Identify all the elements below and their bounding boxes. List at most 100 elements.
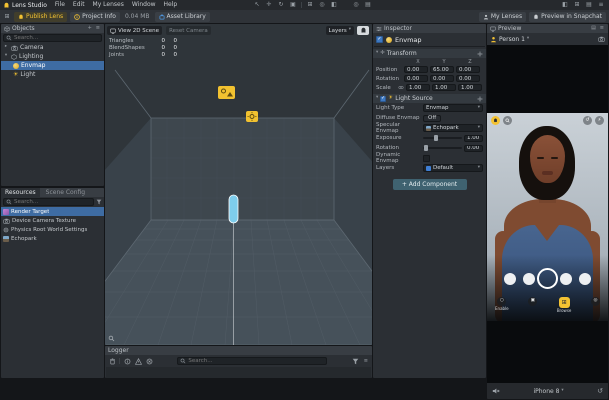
panel-columns-icon[interactable]: ▤ bbox=[364, 1, 372, 10]
preview-simulation-area[interactable]: ↺ ⚡ ○ Enable ▣ ⊞ Browse ◎ bbox=[487, 45, 608, 383]
exposure-field[interactable] bbox=[464, 134, 483, 142]
specular-envmap-picker[interactable]: Echopark ▾ bbox=[423, 124, 483, 132]
source-selector[interactable]: Person 1 bbox=[499, 36, 525, 43]
snapchat-overlay-toggle[interactable] bbox=[357, 26, 369, 35]
info-filter-icon[interactable] bbox=[123, 357, 131, 365]
objects-search-input[interactable] bbox=[14, 35, 99, 41]
scale-x-field[interactable] bbox=[406, 84, 430, 91]
explore-button[interactable]: ◎ bbox=[590, 297, 600, 306]
search-icon[interactable] bbox=[503, 116, 512, 125]
warning-filter-icon[interactable] bbox=[134, 357, 142, 365]
transform-section-header[interactable]: ▾ ✛ Transform bbox=[373, 49, 486, 58]
rotation-x-field[interactable] bbox=[404, 75, 428, 82]
layers-dropdown[interactable]: Default ▾ bbox=[423, 164, 483, 172]
menu-edit[interactable]: Edit bbox=[69, 0, 89, 10]
asset-library-button[interactable]: Asset Library bbox=[154, 11, 210, 22]
error-filter-icon[interactable] bbox=[145, 357, 153, 365]
dynamic-envmap-checkbox[interactable] bbox=[423, 154, 430, 162]
flip-camera-icon[interactable]: ↺ bbox=[583, 116, 592, 125]
enable-lens-button[interactable]: ○ Enable bbox=[495, 297, 509, 311]
flash-icon[interactable]: ⚡ bbox=[595, 116, 604, 125]
scene-zoom-icon[interactable] bbox=[108, 335, 115, 342]
lens-carousel-item[interactable] bbox=[560, 273, 572, 285]
expander-icon[interactable]: ▾ bbox=[3, 54, 9, 59]
layout-grid-icon[interactable]: ⊞ bbox=[573, 1, 581, 10]
exposure-slider[interactable] bbox=[423, 134, 462, 142]
tab-scene-config[interactable]: Scene Config bbox=[42, 188, 89, 197]
mute-icon[interactable] bbox=[492, 387, 500, 395]
browse-lenses-button[interactable]: ⊞ Browse bbox=[557, 297, 571, 313]
logger-search-input[interactable] bbox=[188, 358, 325, 364]
tree-item-light[interactable]: ☀ Light bbox=[1, 70, 104, 79]
preview-pin-icon[interactable]: ▤ bbox=[590, 26, 597, 31]
tree-item-camera[interactable]: ▸ Camera bbox=[1, 43, 104, 52]
scale-z-field[interactable] bbox=[458, 84, 482, 91]
layers-dropdown[interactable]: Layers ▾ bbox=[325, 26, 354, 35]
rotation-slider[interactable] bbox=[423, 144, 462, 152]
focus-object-icon[interactable]: ◎ bbox=[318, 1, 326, 10]
add-object-button[interactable]: + bbox=[87, 26, 93, 31]
capture-button[interactable] bbox=[537, 268, 558, 289]
component-enabled-checkbox[interactable]: ✓ bbox=[380, 95, 387, 102]
menu-window[interactable]: Window bbox=[128, 0, 160, 10]
resource-item-physics-root-world-settings[interactable]: Physics Root World Settings bbox=[1, 225, 104, 234]
resource-item-render-target[interactable]: Render Target bbox=[1, 207, 104, 216]
menu-my-lenses[interactable]: My Lenses bbox=[89, 0, 128, 10]
window-menu-icon[interactable]: ≡ bbox=[597, 1, 605, 10]
render-mode-icon[interactable]: ◎ bbox=[352, 1, 360, 10]
log-output-area[interactable] bbox=[106, 367, 371, 378]
collapse-icon[interactable]: ▾ bbox=[376, 96, 378, 101]
layout-left-icon[interactable]: ◧ bbox=[561, 1, 569, 10]
local-global-icon[interactable]: ◧ bbox=[330, 1, 338, 10]
filter-icon[interactable] bbox=[96, 199, 102, 205]
resource-item-device-camera-texture[interactable]: Device Camera Texture bbox=[1, 216, 104, 225]
light-type-dropdown[interactable]: Envmap ▾ bbox=[423, 104, 483, 112]
profile-icon[interactable] bbox=[491, 116, 500, 125]
move-tool-icon[interactable]: ✛ bbox=[265, 1, 273, 10]
home-icon[interactable]: ⊞ bbox=[3, 12, 11, 21]
scale-tool-icon[interactable]: ▣ bbox=[289, 1, 297, 10]
memories-button[interactable]: ▣ bbox=[528, 297, 538, 306]
webcam-icon[interactable] bbox=[598, 36, 605, 42]
position-z-field[interactable] bbox=[456, 66, 480, 73]
rotate-tool-icon[interactable]: ↻ bbox=[277, 1, 285, 10]
menu-help[interactable]: Help bbox=[160, 0, 182, 10]
layout-columns-icon[interactable]: ▤ bbox=[585, 1, 593, 10]
my-lenses-button[interactable]: My Lenses bbox=[478, 11, 527, 22]
scale-y-field[interactable] bbox=[432, 84, 456, 91]
position-y-field[interactable] bbox=[430, 66, 454, 73]
lens-carousel-item[interactable] bbox=[579, 273, 591, 285]
device-selector[interactable]: iPhone 8 ▾ bbox=[533, 388, 563, 395]
view-2d-scene-button[interactable]: View 2D Scene bbox=[107, 26, 163, 35]
clear-log-trash-icon[interactable] bbox=[108, 357, 116, 365]
light-source-section-header[interactable]: ▾ ✓ ☀ Light Source bbox=[373, 94, 486, 103]
tree-item-lighting[interactable]: ▾ Lighting bbox=[1, 52, 104, 61]
lens-carousel-item[interactable] bbox=[504, 273, 516, 285]
uniform-scale-link-icon[interactable] bbox=[398, 85, 404, 90]
preview-in-snapchat-button[interactable]: Preview in Snapchat bbox=[529, 11, 606, 22]
tree-item-envmap[interactable]: Envmap bbox=[1, 61, 104, 70]
resources-search-input[interactable] bbox=[14, 199, 91, 205]
logger-menu-icon[interactable]: ≡ bbox=[363, 358, 369, 364]
project-info-button[interactable]: Project Info bbox=[70, 11, 120, 22]
publish-lens-button[interactable]: Publish Lens bbox=[14, 11, 68, 22]
collapse-icon[interactable]: ▾ bbox=[376, 51, 378, 56]
add-component-button[interactable]: + Add Component bbox=[392, 179, 467, 190]
menu-file[interactable]: File bbox=[51, 0, 69, 10]
grid-snap-icon[interactable]: ⊞ bbox=[306, 1, 314, 10]
resource-item-echopark[interactable]: Echopark bbox=[1, 234, 104, 243]
lens-carousel-item[interactable] bbox=[523, 273, 535, 285]
tab-resources[interactable]: Resources bbox=[1, 188, 40, 197]
preview-menu-icon[interactable]: ≡ bbox=[599, 26, 605, 31]
position-x-field[interactable] bbox=[404, 66, 428, 73]
gear-icon[interactable] bbox=[477, 95, 483, 102]
log-filter-icon[interactable] bbox=[352, 357, 360, 365]
rotation-z-field[interactable] bbox=[456, 75, 480, 82]
expander-icon[interactable]: ▸ bbox=[3, 45, 9, 50]
objects-menu-icon[interactable]: ≡ bbox=[95, 26, 101, 31]
scene-viewport[interactable] bbox=[105, 24, 372, 345]
select-tool-icon[interactable]: ↖ bbox=[253, 1, 261, 10]
rotation-y-field[interactable] bbox=[430, 75, 454, 82]
reset-camera-button[interactable]: Reset Camera bbox=[166, 26, 211, 35]
object-enabled-checkbox[interactable]: ✓ bbox=[376, 36, 383, 43]
